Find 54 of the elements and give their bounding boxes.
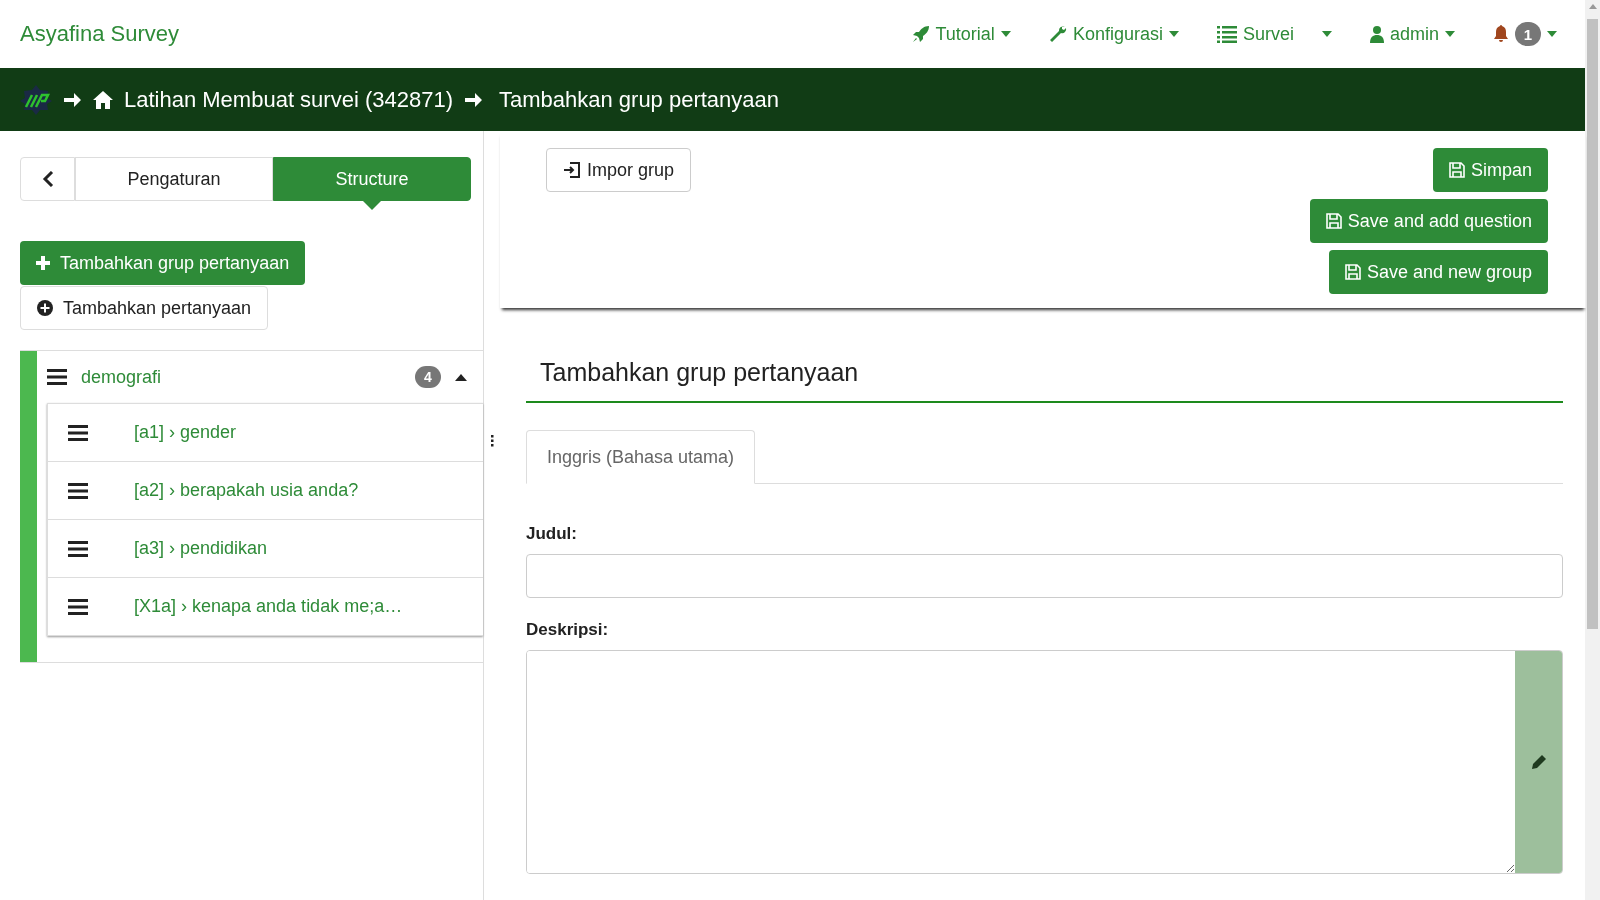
rocket-icon (911, 25, 930, 43)
breadcrumb-current: Tambahkan grup pertanyaan (498, 86, 780, 113)
drag-handle-icon[interactable] (47, 369, 67, 385)
save-button[interactable]: Simpan (1432, 148, 1548, 192)
language-tab[interactable]: Inggris (Bahasa utama) (526, 430, 756, 484)
pencil-icon (1530, 754, 1547, 770)
home-icon (92, 89, 114, 110)
list-icon (1216, 25, 1237, 43)
scrollbar[interactable] (1585, 0, 1600, 900)
notifications-menu[interactable]: 1 (1493, 22, 1557, 46)
title-input-field[interactable] (526, 554, 1563, 598)
plus-icon (36, 256, 50, 270)
brand-title[interactable]: Asyafina Survey (20, 21, 912, 47)
field-label: Judul: (526, 524, 578, 544)
back-button[interactable] (20, 157, 75, 201)
bell-icon (1493, 25, 1509, 43)
caret-icon (1000, 31, 1011, 37)
user-icon (1369, 25, 1384, 43)
drag-handle-icon[interactable] (68, 424, 88, 441)
resize-handle-icon[interactable] (490, 434, 494, 447)
tab[interactable]: Pengaturan (75, 157, 273, 201)
import-group-button[interactable]: Impor grup (546, 148, 692, 192)
add-question-button[interactable]: Tambahkan pertanyaan (20, 286, 269, 330)
import-icon (563, 161, 581, 179)
drag-handle-icon[interactable] (68, 540, 88, 557)
save-button[interactable]: Save and new group (1328, 250, 1548, 294)
wrench-icon (1048, 25, 1067, 43)
form-heading: Tambahkan grup pertanyaan (526, 358, 1563, 403)
caret-icon (1547, 31, 1557, 37)
question-item[interactable]: [a2] › berapakah usia anda? (134, 480, 359, 501)
drag-handle-icon[interactable] (68, 482, 88, 499)
caret-icon (1168, 31, 1179, 37)
question-count: 4 (415, 366, 441, 388)
caret-icon (1445, 31, 1455, 37)
notification-count: 1 (1515, 22, 1541, 46)
tab-pointer-icon (362, 200, 382, 210)
breadcrumb-link[interactable]: Latihan Membuat survei (342871) (124, 86, 453, 113)
chevron-left-icon (41, 171, 54, 187)
caret-icon (1321, 31, 1332, 37)
nav-menu[interactable]: admin (1369, 23, 1455, 45)
nav-menu[interactable]: Survei (1216, 23, 1332, 45)
question-item[interactable]: [a3] › pendidikan (134, 538, 268, 559)
add-group-button[interactable]: Tambahkan grup pertanyaan (20, 241, 306, 285)
question-item[interactable]: [a1] › gender (134, 422, 237, 443)
nav-menu[interactable]: Tutorial (911, 23, 1011, 45)
group-name[interactable]: demografi (81, 366, 401, 388)
logo-icon[interactable] (20, 84, 52, 115)
save-button[interactable]: Save and add question (1309, 199, 1548, 243)
field-label: Deskripsi: (526, 620, 610, 640)
nav-menu[interactable]: Konfigurasi (1048, 23, 1179, 45)
drag-handle-icon[interactable] (68, 598, 88, 615)
caret-up-icon[interactable] (455, 373, 467, 381)
plus-circle-icon (37, 300, 53, 316)
question-item[interactable]: [X1a] › kenapa anda tidak me;a… (134, 596, 403, 617)
